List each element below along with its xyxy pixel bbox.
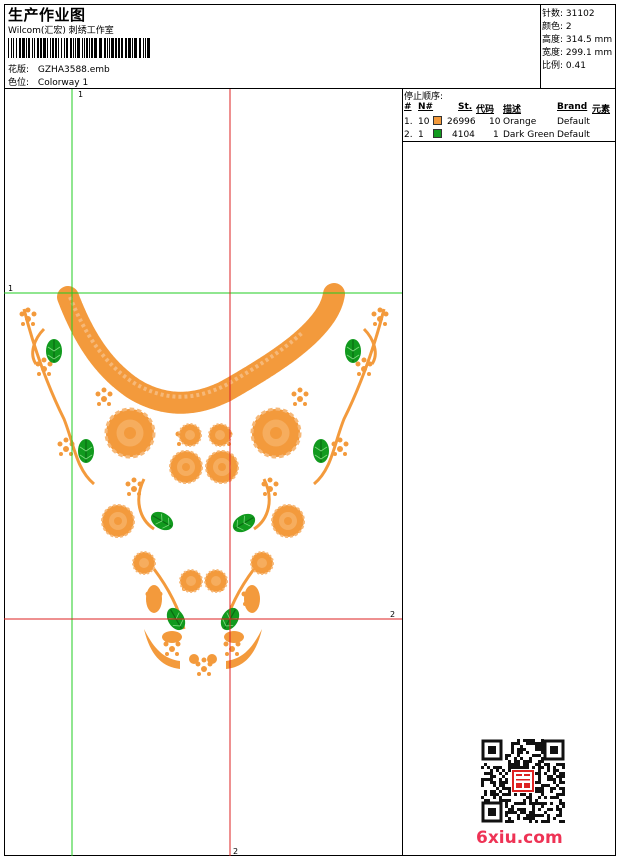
spec-value: 0.41 [565,61,586,71]
row-stitches: 4104 [452,130,475,140]
green-bud [45,338,63,364]
spec-label: 高度: [542,35,564,45]
page-title: 生产作业图 [8,6,86,24]
studio-name: Wilcom(汇宏) 刺绣工作室 [8,26,114,36]
green-bud [229,509,259,537]
colorway-value: Colorway 1 [37,78,89,88]
row-description: Dark Green [503,130,555,140]
design-divider [402,88,403,856]
lace-collar-band [57,283,345,414]
design-label: 花版: [8,65,30,75]
design-file: GZHA3588.emb [37,65,110,75]
green-bud [344,338,362,364]
spec-stitches: 针数: 31102 [542,6,595,19]
row-brand: Default [557,117,590,127]
spec-label: 宽度: [542,48,564,58]
spec-colors: 颜色: 2 [542,19,572,32]
green-bud [77,438,95,464]
guide-label-red-h: 2 [390,610,395,619]
stop-table-divider [402,141,616,142]
spec-label: 颜色: [542,22,564,32]
spec-label: 针数: [542,9,564,19]
col-index: # [404,102,412,112]
barcode-icon [8,38,150,58]
row-brand: Default [557,130,590,140]
col-needle: N# [418,102,434,112]
row-stitches: 26996 [447,117,476,127]
col-brand: Brand [557,102,588,112]
col-element: 元素 [592,105,611,115]
colorway-label: 色位: [8,78,30,88]
row-description: Orange [503,117,537,127]
spec-value: 2 [565,22,572,32]
spec-scale: 比例: 0.41 [542,58,586,71]
watermark-logo: 6xiu.com [476,828,563,848]
green-bud [147,507,177,535]
spec-value: 31102 [565,9,595,19]
colorway-row: 色位: Colorway 1 [8,75,88,88]
row-code: 1 [493,130,499,140]
spec-width: 宽度: 299.1 mm [542,45,612,58]
design-row: 花版: GZHA3588.emb [8,62,110,75]
col-code: 代码 [476,105,495,115]
spec-label: 比例: [542,61,564,71]
row-index: 1. [404,117,413,127]
lower-motifs [144,585,262,669]
guide-label-green-h: 1 [8,284,13,293]
color-swatch-green [433,129,442,138]
col-description: 描述 [503,105,522,115]
row-code: 10 [489,117,501,127]
guide-label-green-v: 1 [78,90,83,99]
spec-value: 314.5 mm [565,35,613,45]
row-needle: 1 [418,130,424,140]
spec-value: 299.1 mm [565,48,613,58]
row-needle: 10 [418,117,430,127]
green-bud [312,438,330,464]
col-stitches: St. [458,102,473,112]
stop-sequence-title: 停止顺序: [404,92,444,102]
embroidery-design: 1 1 2 2 [4,89,402,856]
specs-divider [540,4,541,88]
color-swatch-orange [433,116,442,125]
qr-code-with-seal-icon [480,738,566,824]
spec-height: 高度: 314.5 mm [542,32,612,45]
row-index: 2. [404,130,413,140]
guide-label-red-v: 2 [233,847,238,856]
vine-scrolls [22,308,386,630]
